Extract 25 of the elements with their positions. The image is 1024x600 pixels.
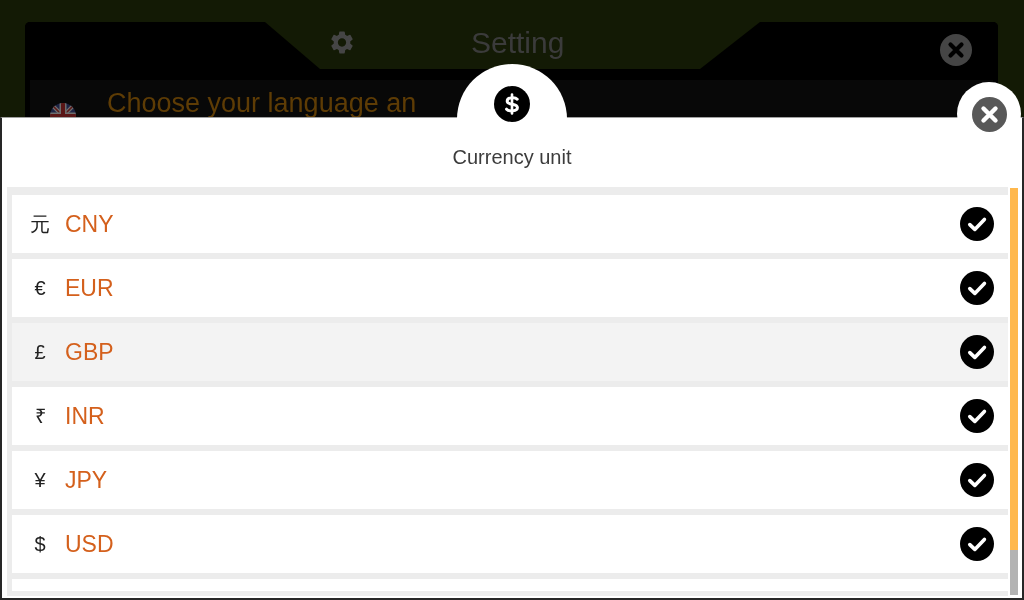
gear-icon (331, 31, 353, 54)
currency-symbol: 元 (29, 212, 51, 236)
currency-symbol: $ (33, 532, 47, 556)
currency-code: JPY (65, 466, 108, 494)
close-icon (940, 34, 972, 66)
currency-code: USD (65, 530, 114, 558)
currency-row[interactable]: 元 CNY (12, 195, 1008, 253)
currency-code: INR (65, 402, 105, 430)
currency-symbol: € (33, 276, 47, 300)
dialog-title: Currency unit (452, 145, 572, 169)
flag-icon (50, 103, 76, 117)
currency-row[interactable]: £ GBP (12, 323, 1008, 381)
currency-code: CNY (65, 210, 114, 238)
currency-row[interactable]: $ USD (12, 515, 1008, 573)
currency-code: GBP (65, 338, 114, 366)
currency-row[interactable]: ¥ JPY (12, 451, 1008, 509)
close-button[interactable] (971, 96, 1007, 132)
prompt-text: Choose your language an (107, 89, 417, 117)
currency-symbol: ¥ (33, 468, 47, 492)
currency-row[interactable]: € EUR (12, 259, 1008, 317)
currency-row[interactable]: ₹ INR (12, 387, 1008, 445)
close-icon (971, 96, 1007, 132)
currency-symbol: ₹ (33, 404, 47, 428)
currency-code: EUR (65, 274, 114, 302)
currency-symbol: £ (33, 340, 47, 364)
